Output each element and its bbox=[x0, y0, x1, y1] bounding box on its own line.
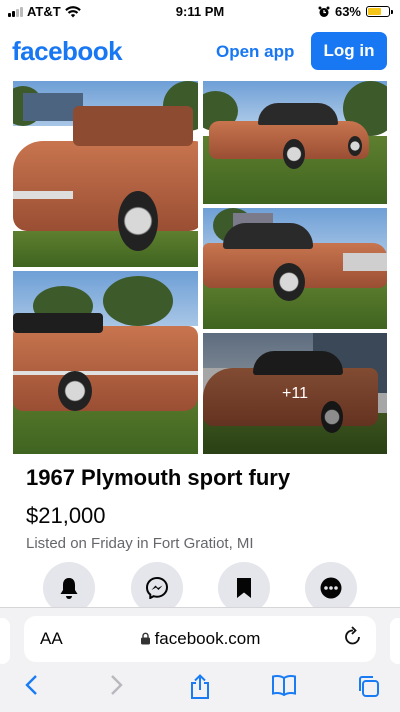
listing-meta: Listed on Friday in Fort Gratiot, MI bbox=[26, 535, 254, 552]
share-button[interactable] bbox=[185, 674, 215, 707]
more-icon bbox=[320, 577, 342, 599]
browser-toolbar: AA facebook.com bbox=[0, 607, 400, 712]
listing-price: $21,000 bbox=[26, 503, 106, 528]
battery-icon bbox=[366, 6, 393, 17]
reload-button[interactable] bbox=[344, 626, 362, 652]
chevron-right-icon bbox=[111, 675, 123, 695]
battery-percent: 63% bbox=[334, 4, 361, 19]
tabs-button[interactable] bbox=[353, 674, 383, 705]
status-bar: AT&T 9:11 PM 63% bbox=[0, 0, 400, 24]
listing-photo-4[interactable] bbox=[13, 271, 198, 454]
alarm-icon bbox=[318, 6, 330, 17]
status-right: 63% bbox=[318, 4, 393, 19]
chevron-left-icon bbox=[25, 675, 37, 695]
more-photos-count: +11 bbox=[282, 384, 308, 402]
listing-actions bbox=[0, 562, 400, 614]
share-icon bbox=[191, 674, 209, 699]
bell-icon bbox=[60, 578, 78, 599]
messenger-icon bbox=[146, 577, 168, 599]
bookmarks-button[interactable] bbox=[269, 674, 299, 703]
top-nav: facebook Open app Log in bbox=[0, 30, 400, 74]
previous-tab-edge[interactable] bbox=[0, 618, 10, 664]
reload-icon bbox=[345, 626, 360, 645]
listing-photo-2[interactable] bbox=[203, 81, 387, 204]
url-display[interactable]: facebook.com bbox=[24, 629, 376, 649]
book-icon bbox=[272, 675, 296, 697]
url-text: facebook.com bbox=[154, 629, 261, 648]
listing-photo-1[interactable] bbox=[13, 81, 198, 267]
tabs-icon bbox=[359, 676, 379, 697]
listing-photo-3[interactable] bbox=[203, 208, 387, 329]
address-bar[interactable]: AA facebook.com bbox=[24, 616, 376, 662]
battery-level bbox=[368, 8, 381, 15]
login-button[interactable]: Log in bbox=[311, 32, 387, 70]
facebook-logo[interactable]: facebook bbox=[12, 36, 123, 67]
more-photos-overlay[interactable]: +11 bbox=[203, 333, 387, 454]
back-button[interactable] bbox=[16, 674, 46, 703]
listing-photo-5[interactable]: +11 bbox=[203, 333, 387, 454]
open-app-link[interactable]: Open app bbox=[216, 42, 294, 62]
forward-button[interactable] bbox=[102, 674, 132, 703]
lock-icon bbox=[140, 632, 150, 645]
listing-title: 1967 Plymouth sport fury bbox=[26, 465, 291, 490]
bookmark-icon bbox=[237, 578, 251, 598]
next-tab-edge[interactable] bbox=[390, 618, 400, 664]
